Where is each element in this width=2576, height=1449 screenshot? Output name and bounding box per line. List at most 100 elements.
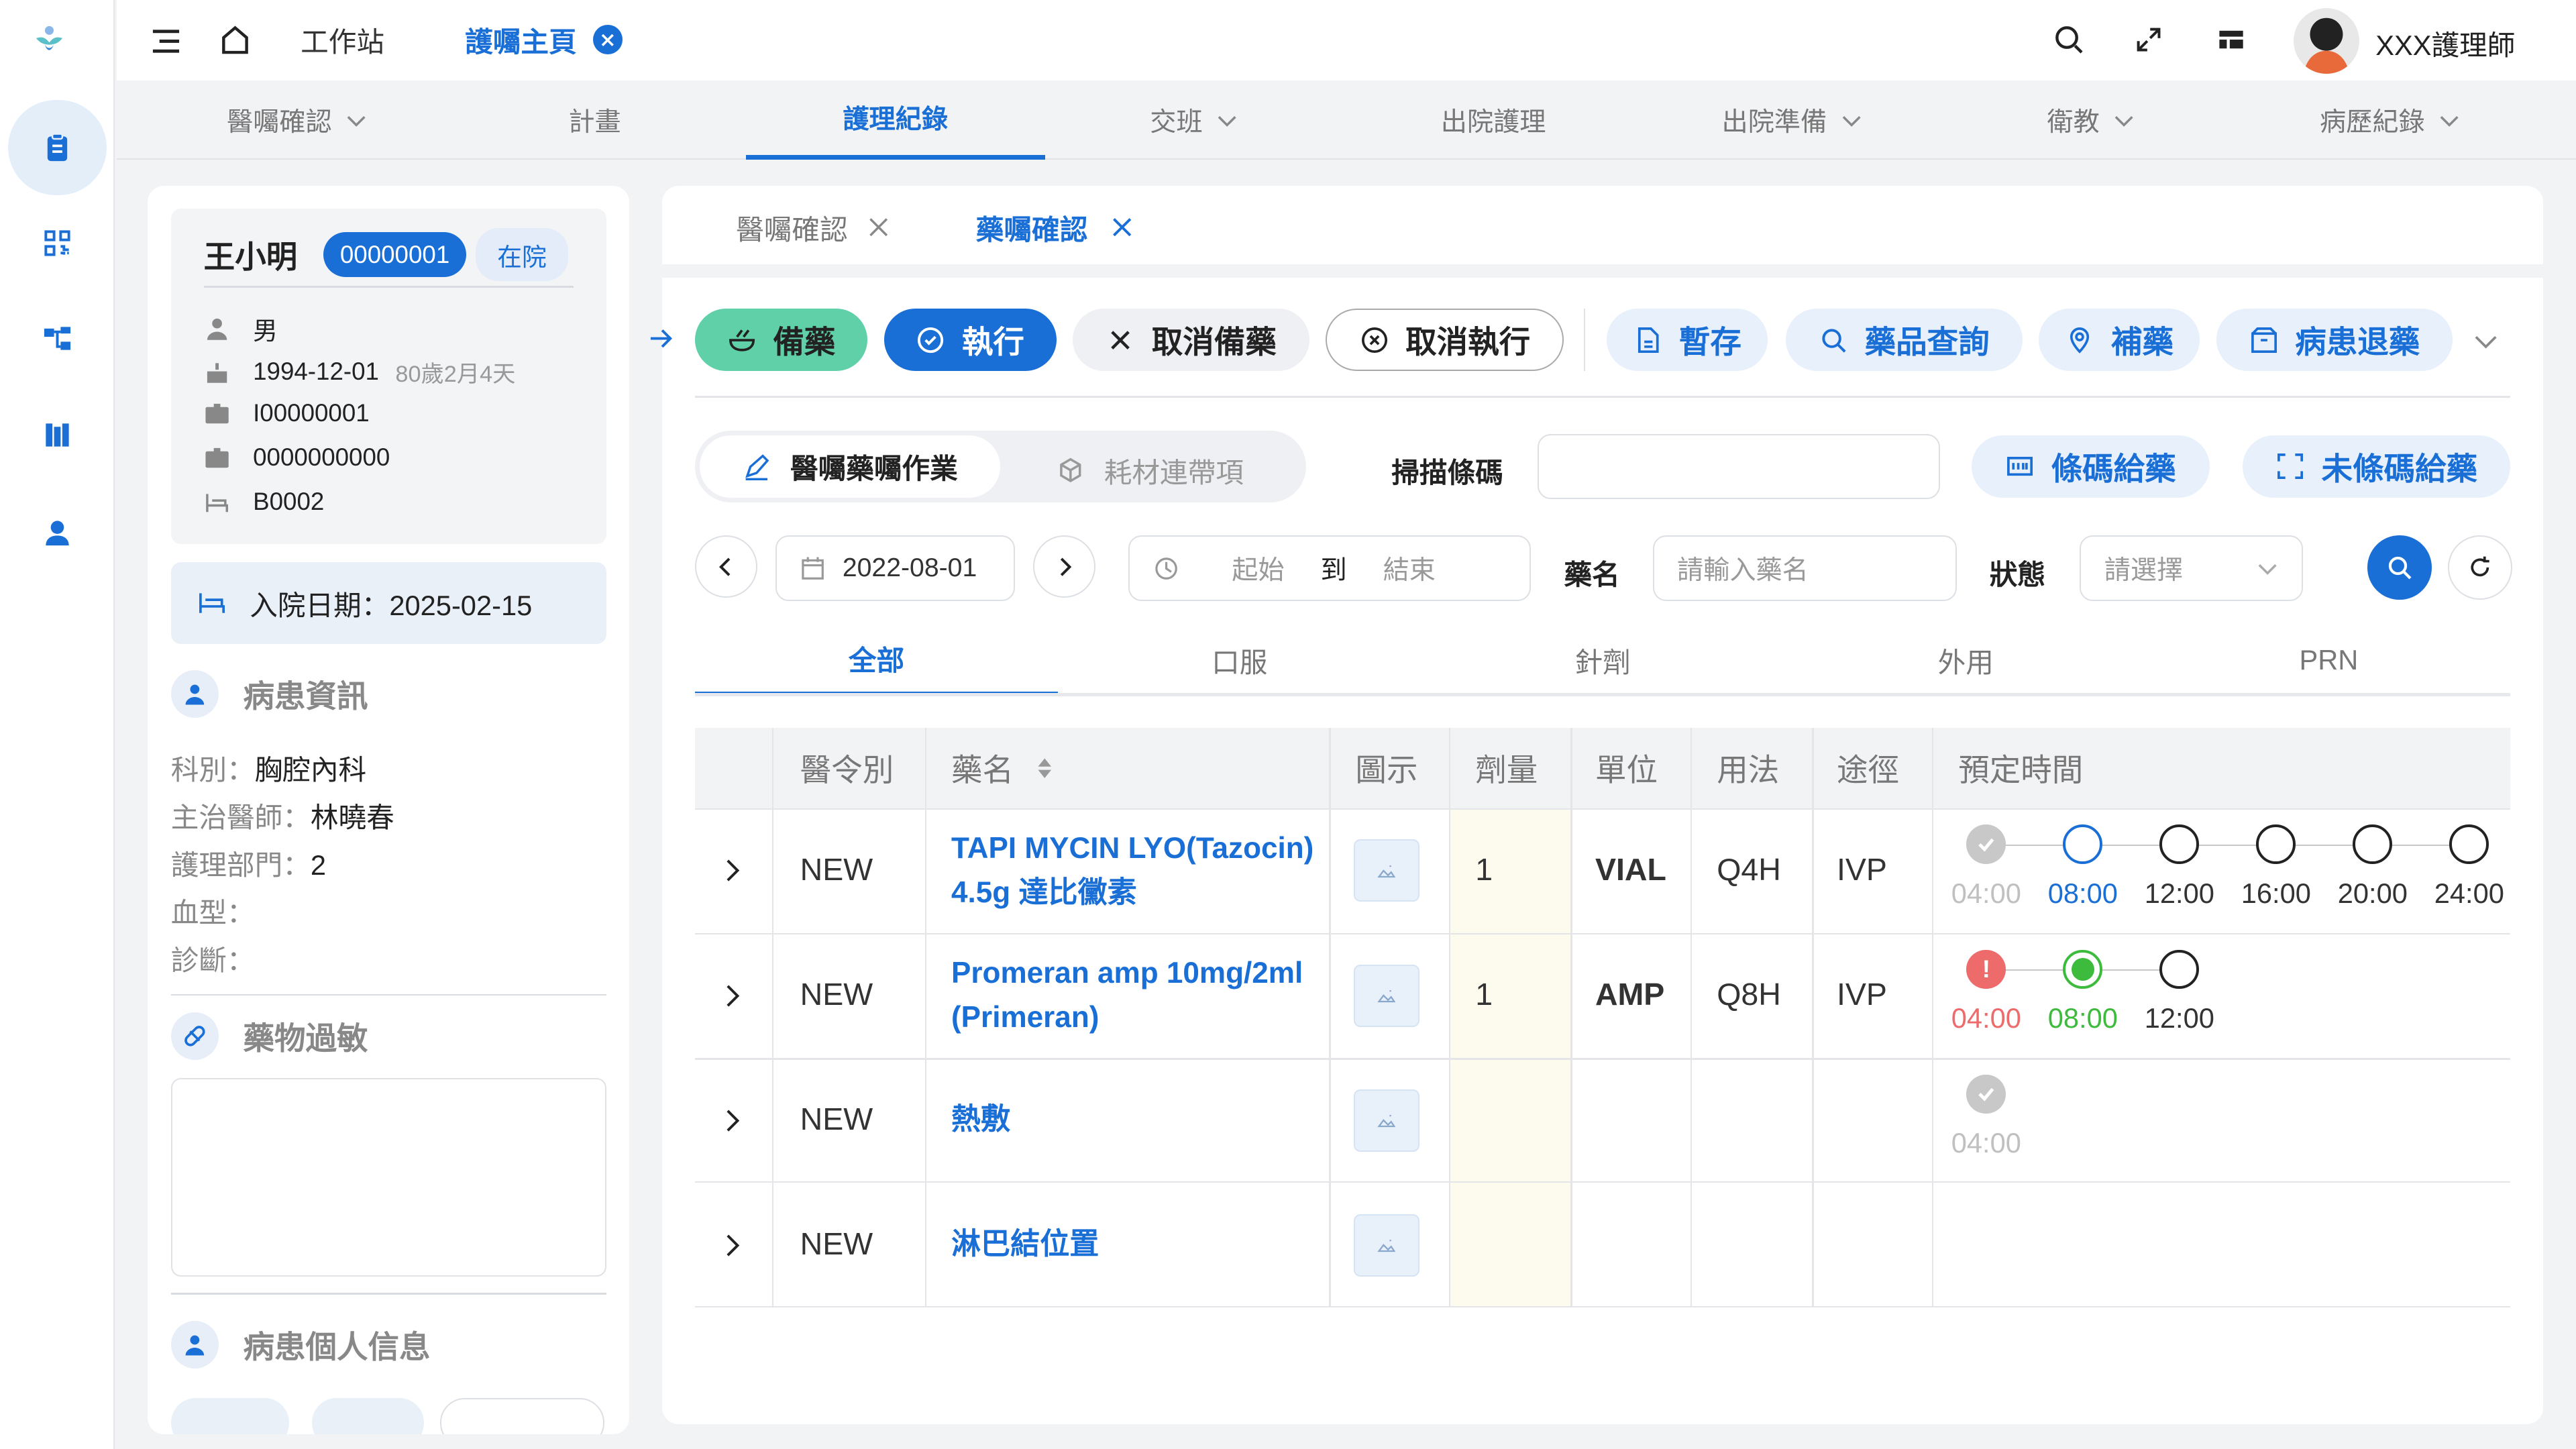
section-title: 藥物過敏 [243, 1020, 368, 1056]
search-icon[interactable] [2052, 23, 2085, 62]
image-placeholder-icon[interactable] [1353, 964, 1419, 1027]
workstation-link[interactable]: 工作站 [301, 19, 384, 60]
mode-order-tab[interactable]: 醫囑藥囑作業 [700, 435, 1001, 498]
main-nav: 醫囑確認 計畫 護理紀錄 交班 出院護理 出院準備 衛教 病歷紀錄 [116, 80, 2576, 160]
close-icon[interactable] [869, 217, 888, 237]
nav-discharge-care[interactable]: 出院護理 [1344, 80, 1643, 160]
status-select[interactable]: 請選擇 [2080, 535, 2304, 602]
chevron-right-icon[interactable] [721, 1108, 744, 1134]
tree-icon[interactable] [8, 290, 107, 386]
user-name[interactable]: XXX護理師 [2375, 23, 2515, 63]
execute-button[interactable]: 執行 [883, 309, 1057, 372]
prev-date-button[interactable] [694, 535, 757, 598]
route-value: IVP [1836, 851, 1887, 887]
drug-name-link[interactable]: TAPI MYCIN LYO(Tazocin) 4.5g 達比黴素 [951, 826, 1321, 915]
nav-label: 出院護理 [1440, 107, 1546, 137]
tab-oral[interactable]: 口服 [1058, 625, 1421, 697]
subtab-order-confirm[interactable]: 醫囑確認 [736, 207, 889, 248]
return-drug-button[interactable]: 病患退藥 [2216, 309, 2453, 372]
chevron-down-icon[interactable] [2473, 329, 2499, 362]
pending-dose-dot[interactable] [2159, 824, 2200, 865]
refresh-button[interactable] [2448, 535, 2512, 600]
done-check-icon[interactable] [1966, 1074, 2006, 1114]
arrow-right-icon[interactable] [647, 325, 674, 358]
nav-discharge-prep[interactable]: 出院準備 [1643, 80, 1942, 160]
drug-name-input[interactable]: 請輸入藥名 [1652, 535, 1957, 602]
button-label: 取消備藥 [1151, 325, 1277, 360]
drug-name-link[interactable]: 淋巴結位置 [951, 1222, 1321, 1267]
barcode-input[interactable] [1538, 433, 1941, 500]
nav-plan[interactable]: 計畫 [445, 80, 745, 160]
person-icon[interactable] [8, 484, 107, 580]
expand-icon[interactable] [2134, 25, 2163, 61]
avatar[interactable] [2293, 8, 2359, 74]
sort-icon[interactable] [1036, 757, 1053, 780]
home-icon[interactable] [219, 23, 252, 62]
image-placeholder-icon[interactable] [1353, 1089, 1419, 1152]
tab-injection[interactable]: 針劑 [1421, 625, 1784, 697]
tab-nursing-home[interactable]: 護囑主頁 [465, 19, 623, 60]
refresh-icon [2471, 556, 2489, 577]
alert-icon[interactable]: ! [1966, 949, 2006, 989]
mode-supplies-tab[interactable]: 耗材連帶項 [1057, 450, 1244, 490]
given-dose-dot[interactable] [2063, 949, 2103, 989]
replenish-button[interactable]: 補藥 [2039, 309, 2200, 372]
nav-nursing-record[interactable]: 護理紀錄 [745, 80, 1045, 160]
menu-icon[interactable] [150, 25, 182, 64]
pending-dose-dot[interactable] [2353, 824, 2393, 865]
scan-label: 掃描條碼 [1391, 457, 1503, 489]
idno-value: I00000001 [253, 399, 370, 427]
clock-icon [1155, 557, 1177, 580]
drug-name-link[interactable]: Promeran amp 10mg/2ml (Primeran) [951, 951, 1321, 1040]
close-icon[interactable] [1112, 217, 1132, 237]
nav-order-confirm[interactable]: 醫囑確認 [150, 80, 445, 160]
drug-name-link[interactable]: 熱敷 [951, 1097, 1321, 1142]
dose-value: 1 [1475, 976, 1493, 1012]
search-button[interactable] [2367, 535, 2432, 600]
image-placeholder-icon[interactable] [1353, 1214, 1419, 1277]
calendar-icon [802, 557, 824, 580]
pending-dose-dot[interactable] [2159, 949, 2200, 989]
button-label: 取消執行 [1405, 325, 1531, 360]
image-placeholder-icon[interactable] [1353, 839, 1419, 902]
save-draft-button[interactable]: 暫存 [1607, 309, 1768, 372]
nav-handover[interactable]: 交班 [1045, 80, 1344, 160]
chevron-right-icon[interactable] [721, 1232, 744, 1258]
date-picker[interactable]: 2022-08-01 [775, 535, 1016, 602]
chevron-right-icon[interactable] [721, 857, 744, 883]
scan-frame-icon [2277, 453, 2303, 480]
pen-icon [745, 453, 769, 480]
scheduled-time-label: 04:00 [1951, 877, 2021, 909]
allergy-box[interactable] [170, 1077, 606, 1277]
close-icon[interactable] [593, 25, 623, 55]
clipboard-icon[interactable] [8, 100, 107, 196]
pending-dose-dot[interactable] [2449, 824, 2489, 865]
drug-lookup-button[interactable]: 藥品查詢 [1786, 309, 2023, 372]
done-check-icon[interactable] [1966, 824, 2006, 865]
col-drug-name[interactable]: 藥名 [951, 728, 1053, 808]
col-unit: 單位 [1595, 753, 1658, 788]
nav-education[interactable]: 衛教 [1942, 80, 2241, 160]
chevron-right-icon[interactable] [721, 983, 744, 1009]
current-dose-dot[interactable] [2063, 824, 2103, 865]
pending-dose-dot[interactable] [2256, 824, 2296, 865]
scheduled-time-label: 04:00 [1951, 1002, 2021, 1034]
qr-icon[interactable] [8, 195, 107, 290]
barcode-dispense-button[interactable]: 條碼給藥 [1971, 435, 2210, 498]
books-icon[interactable] [8, 388, 107, 483]
select[interactable] [440, 1398, 605, 1434]
nav-medical-record[interactable]: 病歷紀錄 [2241, 80, 2540, 160]
tab-all[interactable]: 全部 [694, 625, 1059, 697]
button-label: 執行 [961, 325, 1024, 360]
cancel-prep-button[interactable]: 取消備藥 [1073, 309, 1309, 372]
subtab-med-confirm[interactable]: 藥囑確認 [976, 207, 1132, 248]
cancel-exec-button[interactable]: 取消執行 [1326, 309, 1564, 372]
tab-prn[interactable]: PRN [2147, 625, 2510, 697]
time-range-picker[interactable]: 起始 到 結束 [1128, 535, 1532, 602]
tab-external[interactable]: 外用 [1784, 625, 2147, 697]
no-barcode-dispense-button[interactable]: 未條碼給藥 [2242, 435, 2511, 498]
layout-icon[interactable] [2216, 25, 2246, 61]
chip[interactable] [170, 1398, 289, 1434]
chip[interactable] [312, 1398, 424, 1434]
prep-button[interactable]: 備藥 [694, 309, 868, 372]
